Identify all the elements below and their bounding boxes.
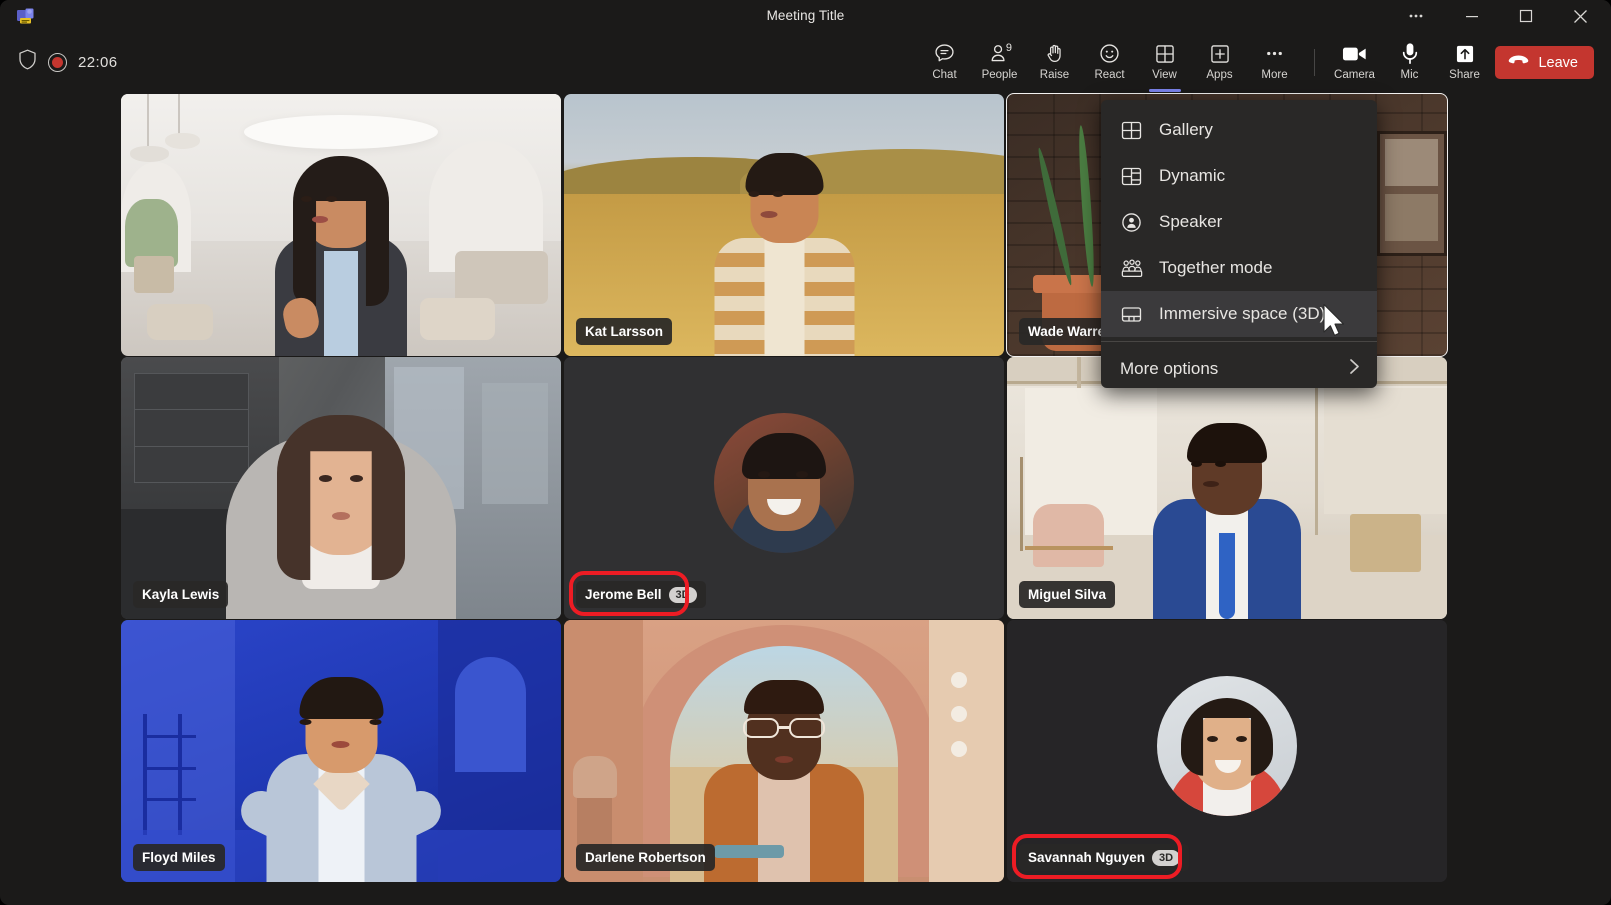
- share-arrow-up-icon: [1454, 42, 1476, 65]
- toolbar-label-react: React: [1094, 69, 1124, 82]
- toolbar-button-camera[interactable]: Camera: [1327, 34, 1382, 90]
- gallery-grid-icon: [1120, 119, 1143, 142]
- menu-label-together-mode: Together mode: [1159, 258, 1272, 278]
- hangup-phone-icon: [1508, 54, 1529, 71]
- video-tile[interactable]: Miguel Silva: [1007, 357, 1447, 619]
- recording-dot-icon: [48, 53, 67, 72]
- participant-name-chip: Floyd Miles: [133, 844, 225, 871]
- react-smiley-icon: [1098, 42, 1121, 65]
- menu-label-more-options: More options: [1120, 359, 1218, 379]
- active-tab-indicator: [1149, 89, 1181, 92]
- menu-item-dynamic[interactable]: Dynamic: [1101, 153, 1377, 199]
- view-dropdown-menu: Gallery Dynamic Speaker: [1101, 100, 1377, 388]
- menu-item-more-options[interactable]: More options: [1101, 346, 1377, 392]
- video-tile[interactable]: Kayla Lewis: [121, 357, 561, 619]
- people-icon: 9: [988, 42, 1011, 65]
- toolbar-label-view: View: [1152, 69, 1177, 82]
- video-tile[interactable]: Darlene Robertson: [564, 620, 1004, 882]
- title-bar: Meeting Title: [0, 0, 1611, 32]
- participant-name: Kayla Lewis: [142, 587, 219, 602]
- microphone-icon: [1400, 42, 1420, 65]
- meeting-status-group: 22:06: [18, 32, 118, 92]
- participant-name: Kat Larsson: [585, 324, 663, 339]
- window-maximize-button[interactable]: [1503, 0, 1549, 32]
- menu-item-speaker[interactable]: Speaker: [1101, 199, 1377, 245]
- participant-name: Savannah Nguyen: [1028, 850, 1145, 865]
- window-close-button[interactable]: [1557, 0, 1603, 32]
- participant-name-chip: Jerome Bell 3D: [576, 581, 706, 608]
- window-minimize-button[interactable]: [1449, 0, 1495, 32]
- toolbar-label-apps: Apps: [1206, 69, 1232, 82]
- toolbar-button-share[interactable]: Share: [1437, 34, 1492, 90]
- video-tile[interactable]: Jerome Bell 3D: [564, 357, 1004, 619]
- shield-icon: [18, 49, 37, 75]
- video-tile[interactable]: Floyd Miles: [121, 620, 561, 882]
- together-mode-icon: [1120, 257, 1143, 280]
- meeting-timer: 22:06: [78, 54, 118, 71]
- window-more-options-button[interactable]: [1393, 0, 1439, 32]
- video-tile[interactable]: Kat Larsson: [564, 94, 1004, 356]
- toolbar-buttons: Chat 9 People Raise: [917, 32, 1492, 92]
- leave-button[interactable]: Leave: [1495, 46, 1594, 79]
- immersive-space-icon: [1120, 303, 1143, 326]
- participant-name: Floyd Miles: [142, 850, 216, 865]
- badge-3d: 3D: [1152, 850, 1180, 866]
- menu-label-immersive-space-3d: Immersive space (3D): [1159, 304, 1325, 324]
- raise-hand-icon: [1044, 42, 1066, 65]
- participant-name-chip: Miguel Silva: [1019, 581, 1115, 608]
- view-grid-icon: [1154, 42, 1176, 65]
- toolbar-label-raise: Raise: [1040, 69, 1069, 82]
- participant-name: Jerome Bell: [585, 587, 662, 602]
- speaker-person-icon: [1120, 211, 1143, 234]
- people-count-badge: 9: [1006, 42, 1012, 54]
- menu-item-gallery[interactable]: Gallery: [1101, 107, 1377, 153]
- chevron-right-icon: [1346, 357, 1363, 381]
- avatar: [714, 413, 854, 553]
- participant-name: Darlene Robertson: [585, 850, 706, 865]
- participant-name-chip: Darlene Robertson: [576, 844, 715, 871]
- toolbar-label-people: People: [982, 69, 1018, 82]
- toolbar-label-more: More: [1261, 69, 1287, 82]
- teams-app-icon: [16, 7, 35, 26]
- toolbar-button-apps[interactable]: Apps: [1192, 34, 1247, 90]
- toolbar-button-mic[interactable]: Mic: [1382, 34, 1437, 90]
- participant-name-chip: Kayla Lewis: [133, 581, 228, 608]
- leave-button-label: Leave: [1538, 55, 1578, 71]
- participant-name-chip: Kat Larsson: [576, 318, 672, 345]
- toolbar-label-camera: Camera: [1334, 69, 1375, 82]
- dynamic-layout-icon: [1120, 165, 1143, 188]
- toolbar-button-raise[interactable]: Raise: [1027, 34, 1082, 90]
- badge-3d: 3D: [669, 587, 697, 603]
- mouse-pointer-arrow: [1322, 303, 1348, 344]
- toolbar-button-chat[interactable]: Chat: [917, 34, 972, 90]
- menu-label-dynamic: Dynamic: [1159, 166, 1225, 186]
- toolbar-label-chat: Chat: [932, 69, 956, 82]
- menu-label-gallery: Gallery: [1159, 120, 1213, 140]
- toolbar-button-people[interactable]: 9 People: [972, 34, 1027, 90]
- chat-icon: [933, 42, 956, 65]
- camera-icon: [1342, 42, 1367, 65]
- menu-item-together-mode[interactable]: Together mode: [1101, 245, 1377, 291]
- participant-name-chip: Savannah Nguyen 3D: [1019, 844, 1189, 871]
- toolbar-button-view[interactable]: View: [1137, 34, 1192, 90]
- toolbar-button-react[interactable]: React: [1082, 34, 1137, 90]
- avatar: [1157, 676, 1297, 816]
- apps-plus-icon: [1209, 42, 1231, 65]
- participant-name: Miguel Silva: [1028, 587, 1106, 602]
- toolbar-button-more[interactable]: More: [1247, 34, 1302, 90]
- video-tile[interactable]: Savannah Nguyen 3D: [1007, 620, 1447, 882]
- teams-meeting-window: Meeting Title: [0, 0, 1611, 905]
- toolbar-divider: [1314, 49, 1315, 76]
- toolbar-label-mic: Mic: [1401, 69, 1419, 82]
- page-title: Meeting Title: [0, 0, 1611, 32]
- meeting-action-bar: 22:06 Chat 9: [0, 32, 1611, 92]
- toolbar-label-share: Share: [1449, 69, 1480, 82]
- video-tile[interactable]: [121, 94, 561, 356]
- menu-label-speaker: Speaker: [1159, 212, 1222, 232]
- more-ellipsis-icon: [1263, 42, 1286, 65]
